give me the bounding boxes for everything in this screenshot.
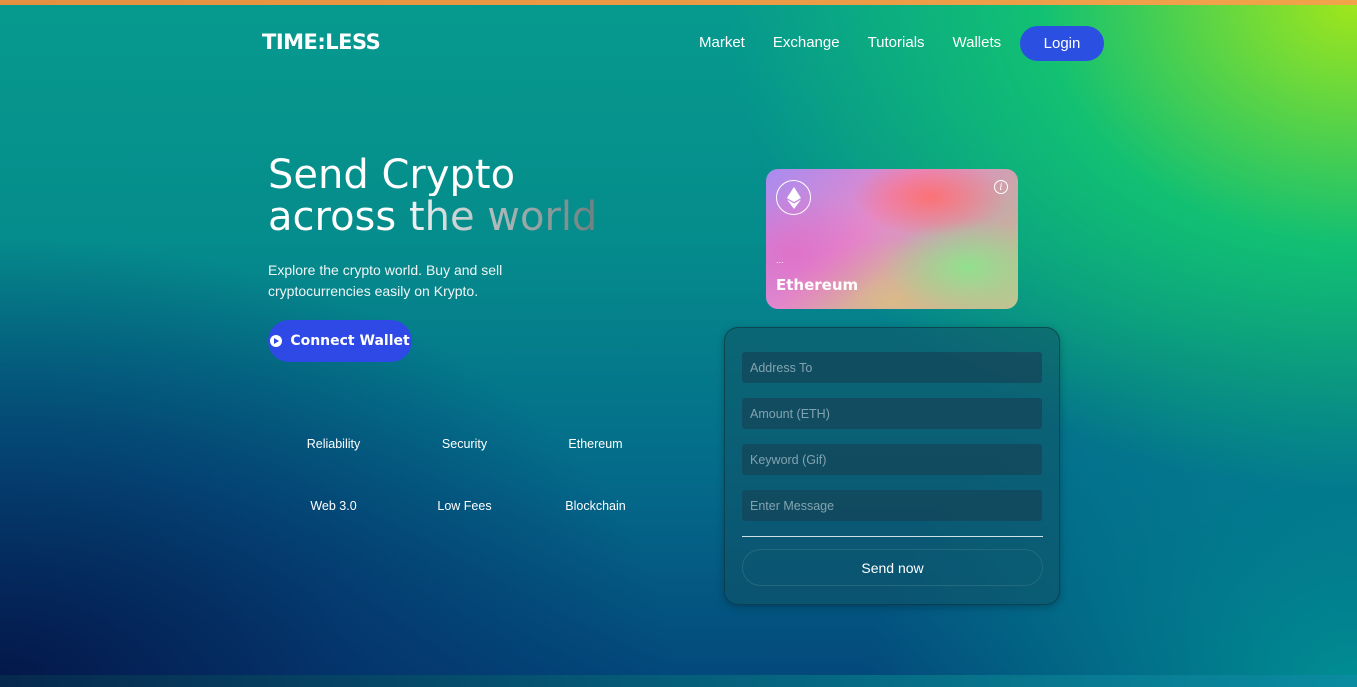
send-now-button[interactable]: Send now bbox=[742, 549, 1043, 586]
brand-logo[interactable]: TIME:LESS bbox=[262, 30, 381, 54]
hero-title-line1: Send Crypto bbox=[268, 154, 597, 196]
amount-field[interactable] bbox=[742, 398, 1042, 429]
hero-title-line2: across the world bbox=[268, 194, 598, 240]
card-address: ... bbox=[776, 255, 784, 265]
connect-wallet-label: Connect Wallet bbox=[290, 333, 410, 349]
hero-subtitle: Explore the crypto world. Buy and sell c… bbox=[268, 262, 503, 299]
ethereum-icon bbox=[776, 180, 811, 215]
feature-reliability: Reliability bbox=[306, 437, 361, 451]
message-field[interactable] bbox=[742, 490, 1042, 521]
top-accent-bar bbox=[0, 0, 1357, 5]
send-form: Send now bbox=[724, 327, 1060, 605]
feature-low-fees: Low Fees bbox=[437, 499, 492, 513]
bottom-bar bbox=[0, 675, 1357, 687]
nav-item-wallets[interactable]: Wallets bbox=[953, 34, 1002, 51]
feature-blockchain: Blockchain bbox=[565, 499, 626, 513]
play-icon bbox=[270, 335, 283, 347]
card-coin-name: Ethereum bbox=[776, 276, 859, 294]
keyword-field[interactable] bbox=[742, 444, 1042, 475]
login-button[interactable]: Login bbox=[1020, 26, 1104, 61]
form-divider bbox=[742, 536, 1043, 537]
feature-ethereum: Ethereum bbox=[568, 437, 623, 451]
hero-title: Send Crypto across the world bbox=[268, 154, 597, 238]
address-to-field[interactable] bbox=[742, 352, 1042, 383]
main-nav: Market Exchange Tutorials Wallets bbox=[699, 34, 1029, 51]
feature-web3: Web 3.0 bbox=[310, 499, 357, 513]
connect-wallet-button[interactable]: Connect Wallet bbox=[268, 320, 412, 362]
ethereum-card: i ... Ethereum bbox=[766, 169, 1018, 309]
feature-security: Security bbox=[441, 437, 488, 451]
nav-item-tutorials[interactable]: Tutorials bbox=[868, 34, 925, 51]
info-icon[interactable]: i bbox=[994, 180, 1008, 194]
features-grid: Reliability Security Ethereum Web 3.0 Lo… bbox=[268, 413, 661, 537]
nav-item-exchange[interactable]: Exchange bbox=[773, 34, 840, 51]
nav-item-market[interactable]: Market bbox=[699, 34, 745, 51]
